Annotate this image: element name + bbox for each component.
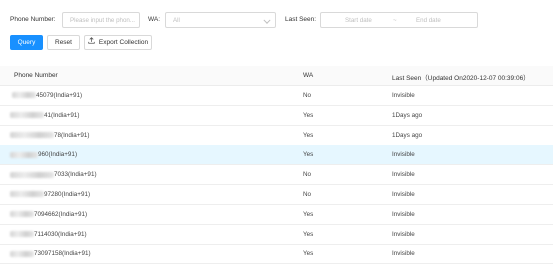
wa-cell: No <box>303 191 312 198</box>
wa-cell: Yes <box>303 131 314 139</box>
redacted-phone-prefix <box>10 131 54 138</box>
phone-number-cell: 7094662(India+91) <box>10 211 87 218</box>
table-row[interactable]: 45079(India+91) No Invisible <box>0 86 553 106</box>
phone-number-cell: 97280(India+91) <box>10 191 90 198</box>
redacted-phone-prefix <box>10 112 44 119</box>
phone-number-input[interactable]: Please input the phon... <box>62 12 140 28</box>
wa-cell: Yes <box>303 230 314 238</box>
redacted-phone-prefix <box>10 211 34 218</box>
table-row[interactable]: 97280(India+91) No Invisible <box>0 185 553 205</box>
table-header: Phone Number WA Last Seen（Updated On2020… <box>0 66 553 86</box>
wa-cell: Yes <box>303 151 314 159</box>
column-header-wa: WA <box>303 72 314 79</box>
wa-cell: Yes <box>303 111 314 119</box>
wa-cell: Yes <box>303 210 314 218</box>
reset-button[interactable]: Reset <box>47 35 80 50</box>
last-seen-cell: 1Days ago <box>392 131 423 139</box>
phone-number-text: 7094662(India+91) <box>34 210 88 218</box>
last-seen-cell: Invisible <box>392 210 415 218</box>
phone-number-text: 960(India+91) <box>38 151 78 159</box>
phone-number-text: 7114030(India+91) <box>34 230 87 238</box>
phone-number-text: 73097158(India+91) <box>34 250 91 258</box>
redacted-phone-prefix <box>10 171 54 178</box>
table-row[interactable]: 7114030(India+91) Yes Invisible <box>0 225 553 245</box>
table-row[interactable]: 7033(India+91) No Invisible <box>0 165 553 186</box>
phone-number-placeholder: Please input the phon... <box>70 17 136 24</box>
column-header-last-seen: Last Seen（Updated On2020-12-07 00:39:06） <box>392 75 530 82</box>
table-row[interactable]: 41(India+91) Yes 1Days ago <box>0 106 553 126</box>
last-seen-cell: Invisible <box>392 151 415 159</box>
start-date-placeholder: Start date <box>345 17 372 24</box>
redacted-phone-prefix <box>10 151 38 158</box>
phone-number-cell: 41(India+91) <box>10 112 80 119</box>
last-seen-label: Last Seen: <box>285 16 317 23</box>
phone-number-cell: 960(India+91) <box>10 151 77 158</box>
redacted-phone-prefix <box>10 191 44 198</box>
end-date-placeholder: End date <box>416 17 441 24</box>
phone-number-text: 78(India+91) <box>54 131 90 139</box>
wa-cell: No <box>303 171 312 179</box>
column-header-phone-number: Phone Number <box>14 72 58 79</box>
last-seen-cell: 1Days ago <box>392 111 423 119</box>
phone-number-text: 7033(India+91) <box>54 171 97 179</box>
wa-label: WA: <box>148 16 161 23</box>
wa-cell: No <box>303 92 312 99</box>
chevron-down-icon <box>263 16 271 24</box>
date-range-separator: ~ <box>393 17 397 24</box>
redacted-phone-prefix <box>12 92 36 99</box>
phone-number-cell: 45079(India+91) <box>12 92 82 99</box>
phone-number-cell: 7114030(India+91) <box>10 231 87 238</box>
export-collection-button[interactable]: Export Collection <box>84 35 152 50</box>
last-seen-cell: Invisible <box>392 191 415 198</box>
export-collection-label: Export Collection <box>98 39 149 47</box>
phone-number-label: Phone Number: <box>10 16 56 23</box>
phone-number-text: 41(India+91) <box>44 111 80 119</box>
last-seen-cell: Invisible <box>392 171 415 179</box>
table-row[interactable]: 7094662(India+91) Yes Invisible <box>0 205 553 225</box>
last-seen-cell: Invisible <box>392 230 415 238</box>
filter-bar: Phone Number: Please input the phon... W… <box>0 12 553 28</box>
last-seen-date-range[interactable]: Start date ~ End date <box>320 12 478 28</box>
wa-cell: Yes <box>303 250 314 258</box>
last-seen-cell: Invisible <box>392 92 415 99</box>
table-row[interactable]: 78(India+91) Yes 1Days ago <box>0 126 553 146</box>
table-row[interactable]: 960(India+91) Yes Invisible <box>0 145 553 166</box>
table-row[interactable]: 73097158(India+91) Yes Invisible <box>0 244 553 264</box>
export-icon <box>88 36 95 49</box>
last-seen-cell: Invisible <box>392 250 415 258</box>
phone-number-text: 45079(India+91) <box>36 92 83 99</box>
phone-number-text: 97280(India+91) <box>44 191 91 198</box>
redacted-phone-prefix <box>10 230 34 237</box>
query-button[interactable]: Query <box>10 35 43 50</box>
phone-number-cell: 73097158(India+91) <box>10 250 91 257</box>
action-bar: Query Reset Export Collection <box>0 35 553 51</box>
wa-select-value: All <box>173 17 180 24</box>
phone-number-cell: 7033(India+91) <box>10 171 97 178</box>
redacted-phone-prefix <box>10 250 34 257</box>
wa-select[interactable]: All <box>165 12 276 28</box>
phone-number-cell: 78(India+91) <box>10 132 90 139</box>
